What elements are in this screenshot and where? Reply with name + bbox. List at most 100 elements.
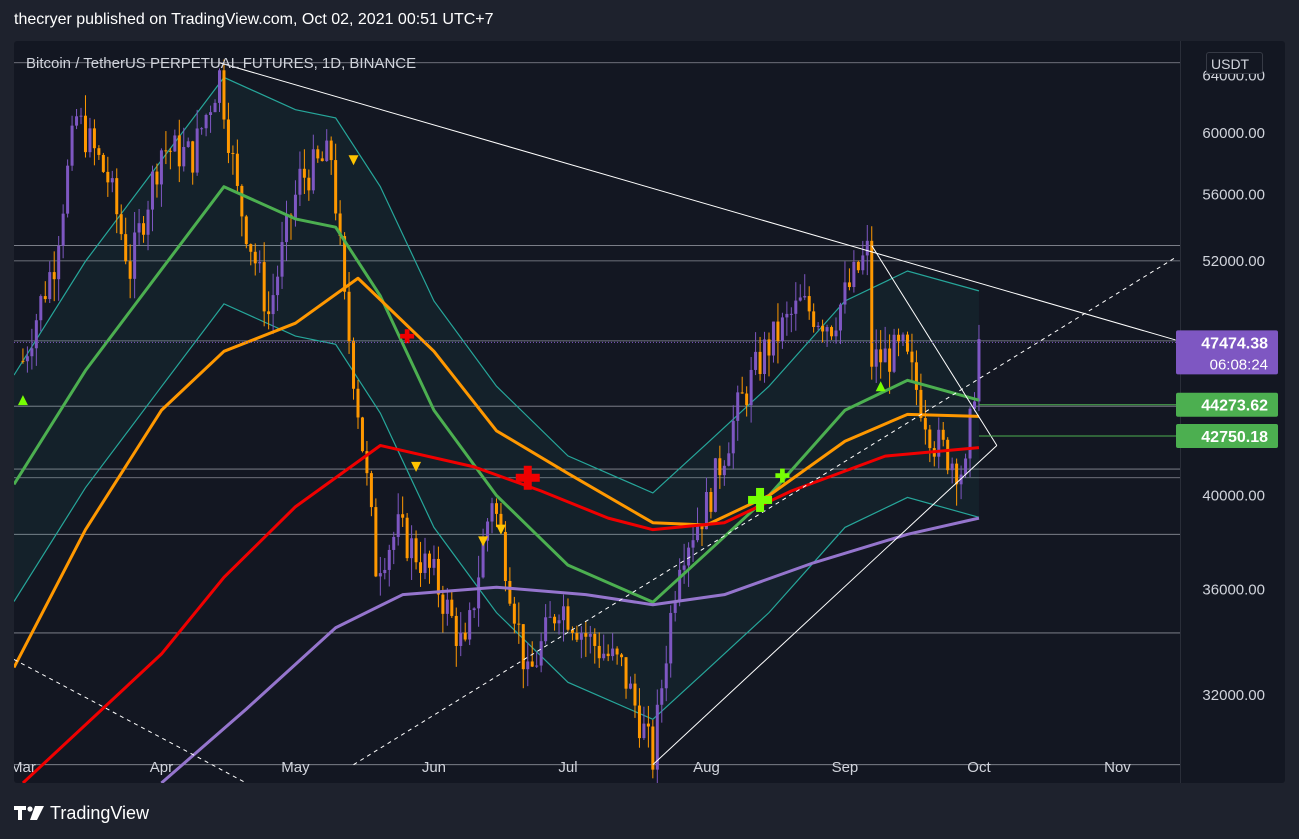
candle-body xyxy=(696,526,700,541)
candle-body xyxy=(218,70,222,103)
candle-body xyxy=(222,70,226,120)
candle-body xyxy=(320,158,324,162)
candle-body xyxy=(262,262,266,312)
candle-body xyxy=(776,321,780,342)
candle-body xyxy=(325,140,329,162)
candle-body xyxy=(75,116,79,126)
candle-body xyxy=(164,150,168,152)
candle-body xyxy=(204,114,208,129)
candle-body xyxy=(57,245,61,280)
candle-body xyxy=(150,171,154,210)
candle-body xyxy=(901,334,905,342)
last-price-tag: 47474.38 06:08:24 xyxy=(1176,330,1278,375)
candle-body xyxy=(718,458,722,476)
candle-body xyxy=(642,723,646,739)
candle-body xyxy=(258,262,262,264)
candle-body xyxy=(271,295,275,315)
candle-body xyxy=(745,393,749,406)
cross-marker-v xyxy=(404,329,410,344)
candle-body xyxy=(861,255,865,271)
candle-body xyxy=(539,641,543,666)
chart-panel[interactable]: Bitcoin / TetherUS PERPETUAL FUTURES, 1D… xyxy=(14,41,1285,783)
x-tick-label: Jul xyxy=(558,759,577,776)
candle-body xyxy=(794,300,798,314)
candle-body xyxy=(646,723,650,727)
candle-body xyxy=(405,517,409,559)
candle-body xyxy=(865,240,869,256)
publisher-line: thecryer published on TradingView.com, O… xyxy=(14,11,494,28)
candle-body xyxy=(771,321,775,356)
candle-body xyxy=(468,610,472,640)
candle-body xyxy=(110,178,114,183)
currency-button[interactable]: USDT xyxy=(1206,52,1263,74)
candle-body xyxy=(883,348,887,363)
candle-body xyxy=(821,325,825,332)
candle-body xyxy=(874,349,878,367)
candle-body xyxy=(267,311,271,315)
candle-body xyxy=(611,648,615,657)
candle-body xyxy=(548,616,552,618)
candle-body xyxy=(360,417,364,452)
candle-body xyxy=(928,429,932,449)
candle-body xyxy=(798,297,802,301)
candle-body xyxy=(579,633,583,640)
candle-body xyxy=(34,320,38,349)
candle-body xyxy=(754,351,758,370)
candle-body xyxy=(620,654,624,658)
candle-body xyxy=(30,348,34,357)
candle-body xyxy=(374,507,378,577)
candle-body xyxy=(566,606,570,630)
candle-body xyxy=(124,234,128,262)
candle-body xyxy=(897,334,901,342)
cross-marker-v xyxy=(756,487,765,512)
price-level-tag-text: 44273.62 xyxy=(1201,398,1268,415)
candle-body xyxy=(293,194,297,218)
y-tick-label: 60000.00 xyxy=(1202,125,1265,142)
candle-body xyxy=(494,503,498,514)
candle-body xyxy=(244,216,248,245)
candle-body xyxy=(235,153,239,186)
price-chart[interactable]: 64000.0060000.0056000.0052000.0040000.00… xyxy=(14,41,1285,783)
candle-body xyxy=(964,458,968,475)
candle-body xyxy=(70,125,74,166)
candle-body xyxy=(892,334,896,372)
chart-title: Bitcoin / TetherUS PERPETUAL FUTURES, 1D… xyxy=(26,55,417,72)
candle-body xyxy=(624,657,628,689)
candle-body xyxy=(785,313,789,318)
candle-body xyxy=(593,633,597,646)
candle-body xyxy=(490,503,494,522)
y-tick-label: 52000.00 xyxy=(1202,253,1265,270)
candle-body xyxy=(316,149,320,159)
candle-body xyxy=(97,148,101,155)
candle-body xyxy=(472,608,476,611)
candle-body xyxy=(383,569,387,574)
candle-body xyxy=(159,150,163,185)
candle-body xyxy=(749,369,753,406)
candle-body xyxy=(530,661,534,667)
candle-body xyxy=(700,526,704,530)
candle-body xyxy=(441,594,445,614)
candle-body xyxy=(856,261,860,271)
candle-body xyxy=(678,569,682,601)
candle-body xyxy=(722,465,726,476)
candle-body xyxy=(25,356,29,362)
candle-body xyxy=(92,128,96,149)
candle-body xyxy=(687,547,691,566)
candle-body xyxy=(825,327,829,332)
candle-body xyxy=(535,665,539,667)
candle-body xyxy=(584,633,588,637)
candle-body xyxy=(834,330,838,337)
price-level-tag: 42750.18 xyxy=(1176,424,1278,449)
candle-body xyxy=(133,232,137,279)
candle-body xyxy=(888,348,892,372)
candle-body xyxy=(454,615,458,646)
candle-body xyxy=(561,606,565,621)
candle-body xyxy=(526,661,530,670)
candle-body xyxy=(115,178,119,215)
candle-body xyxy=(106,171,110,183)
candle-body xyxy=(146,209,150,235)
candle-body xyxy=(378,573,382,577)
last-price-value: 47474.38 xyxy=(1201,335,1268,352)
candle-body xyxy=(347,291,351,342)
candle-body xyxy=(137,223,141,233)
